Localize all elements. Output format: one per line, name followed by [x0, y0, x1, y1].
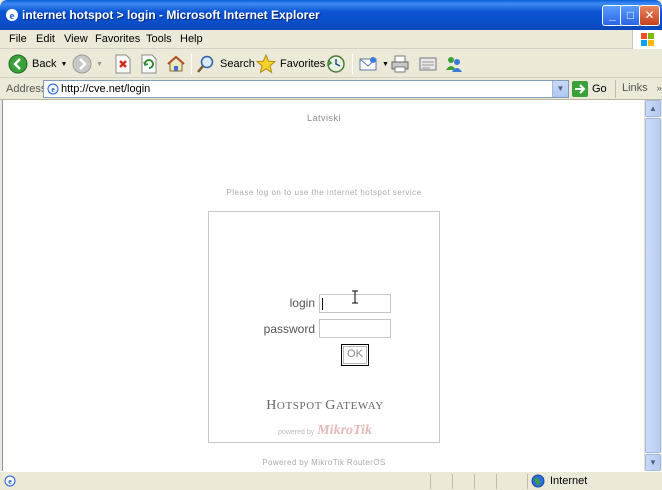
password-input[interactable]	[319, 319, 391, 338]
menu-favorites[interactable]: Favorites	[95, 33, 140, 45]
back-button[interactable]: Back ▼	[8, 52, 67, 76]
text-caret	[322, 298, 323, 310]
mail-icon	[359, 57, 377, 71]
stop-button[interactable]	[114, 52, 132, 76]
footer-text: Powered by MikroTik RouterOS	[262, 458, 386, 467]
home-icon	[167, 55, 185, 72]
close-button[interactable]: ✕	[639, 5, 660, 26]
vertical-scrollbar[interactable]: ▲ ▼	[644, 100, 661, 471]
chevron-right-icon[interactable]: »	[657, 83, 662, 93]
address-dropdown-icon[interactable]: ▼	[552, 81, 568, 97]
address-label: Address	[6, 83, 47, 95]
menu-file[interactable]: File	[9, 33, 27, 45]
print-button[interactable]	[390, 52, 410, 76]
address-bar: Address e http://cve.net/login ▼ Go Link…	[0, 79, 662, 100]
edit-button[interactable]	[418, 52, 438, 76]
printer-icon	[391, 55, 409, 73]
go-label: Go	[592, 83, 607, 95]
search-icon	[197, 55, 214, 73]
go-arrow-icon	[572, 81, 588, 97]
svg-text:e: e	[51, 85, 55, 94]
password-label: password	[263, 322, 315, 336]
login-label: login	[289, 296, 315, 310]
history-icon	[327, 55, 345, 73]
messenger-icon	[446, 57, 462, 72]
forward-dropdown-icon[interactable]: ▼	[96, 61, 103, 68]
address-url: http://cve.net/login	[61, 83, 151, 95]
mikrotik-logo[interactable]: MikroTik	[317, 423, 372, 438]
window-title: internet hotspot > login - Microsoft Int…	[22, 8, 320, 22]
refresh-button[interactable]	[140, 52, 158, 76]
zone-label: Internet	[550, 475, 588, 487]
svg-text:e: e	[8, 477, 12, 486]
forward-button[interactable]: ▼	[72, 52, 103, 76]
ok-button[interactable]: OK	[341, 344, 369, 366]
scroll-up-icon[interactable]: ▲	[645, 100, 661, 117]
favorites-button[interactable]: Favorites	[256, 52, 325, 76]
hotspot-gateway-title: HOTSPOT GATEWAY	[266, 398, 384, 413]
scroll-thumb[interactable]	[645, 118, 661, 453]
back-arrow-icon	[8, 54, 28, 74]
ok-label: OK	[347, 348, 363, 360]
home-button[interactable]	[166, 52, 186, 76]
menu-edit[interactable]: Edit	[36, 33, 55, 45]
ie-icon: e	[6, 9, 18, 22]
standard-toolbar: Back ▼ ▼ Search Favorites ▼	[0, 50, 662, 78]
scroll-down-icon[interactable]: ▼	[645, 454, 661, 471]
forward-arrow-icon	[72, 54, 92, 74]
star-icon	[256, 54, 276, 74]
toolbar-separator	[352, 54, 353, 74]
links-toolbar[interactable]: Links »	[615, 80, 662, 98]
search-label: Search	[220, 58, 255, 70]
maximize-button[interactable]: □	[620, 5, 641, 26]
svg-text:e: e	[10, 10, 15, 22]
login-instruction: Please log on to use the internet hotspo…	[226, 188, 422, 197]
page-status-icon: e	[4, 475, 16, 487]
edit-page-icon	[419, 57, 437, 71]
links-label: Links	[622, 82, 648, 94]
globe-icon	[531, 474, 545, 488]
powered-by-mikrotik: powered by MikroTik	[209, 423, 441, 439]
menu-view[interactable]: View	[64, 33, 88, 45]
page-icon: e	[47, 83, 59, 95]
messenger-button[interactable]	[444, 52, 464, 76]
menu-bar: File Edit View Favorites Tools Help	[0, 30, 662, 49]
menu-tools[interactable]: Tools	[146, 33, 172, 45]
search-button[interactable]: Search	[196, 52, 255, 76]
go-button[interactable]: Go	[572, 80, 607, 98]
language-link[interactable]: Latviski	[3, 113, 644, 123]
mail-dropdown-icon[interactable]: ▼	[382, 61, 389, 68]
refresh-icon	[141, 54, 157, 74]
menu-help[interactable]: Help	[180, 33, 203, 45]
stop-icon	[115, 54, 131, 74]
mail-button[interactable]: ▼	[358, 52, 389, 76]
page-content: Latviski Please log on to use the intern…	[2, 100, 644, 471]
security-zone: Internet	[531, 474, 587, 488]
login-box: login password OK HOTSPOT GATEWAY powere…	[208, 211, 440, 443]
status-bar: e Internet	[0, 471, 662, 490]
powered-by-label: powered by	[278, 429, 315, 436]
back-label: Back	[32, 58, 57, 70]
favorites-label: Favorites	[280, 58, 326, 70]
windows-flag-icon	[632, 30, 662, 49]
history-button[interactable]	[326, 52, 346, 76]
title-bar: e internet hotspot > login - Microsoft I…	[0, 0, 662, 30]
text-cursor-icon	[352, 290, 358, 304]
back-dropdown-icon[interactable]: ▼	[60, 61, 67, 68]
address-input[interactable]: e http://cve.net/login ▼	[43, 80, 569, 98]
toolbar-separator	[191, 54, 192, 74]
